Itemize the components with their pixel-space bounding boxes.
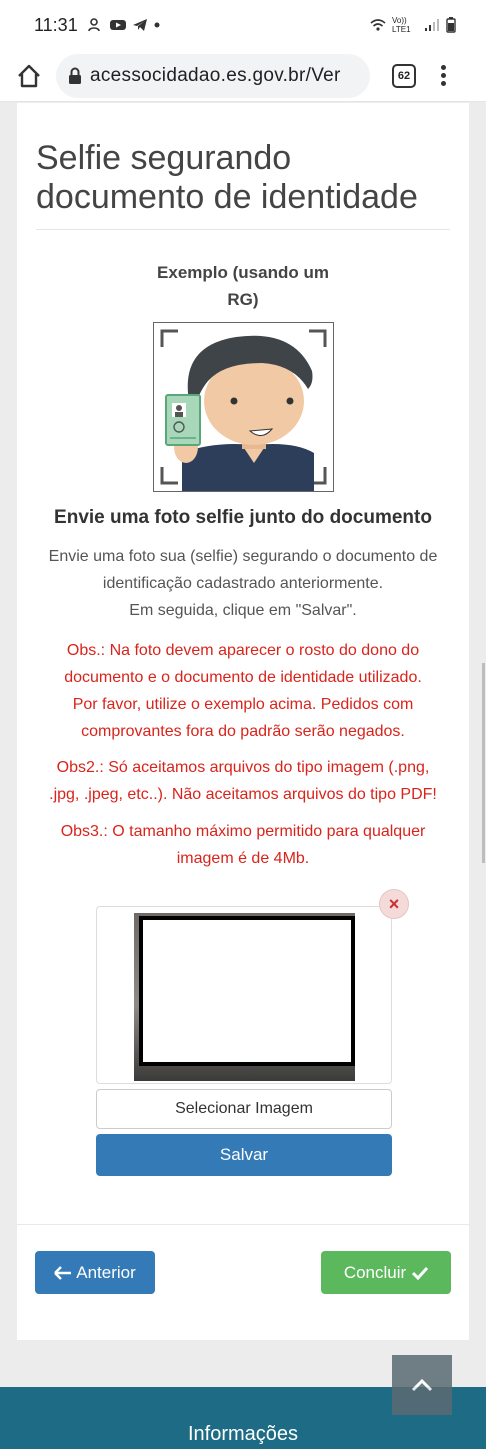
previous-button[interactable]: Anterior [35, 1251, 155, 1294]
title-divider [36, 229, 450, 230]
menu-dot [440, 65, 446, 70]
signal-icon [425, 19, 439, 31]
finish-label: Concluir [343, 1262, 407, 1282]
menu-dot [440, 81, 446, 86]
url-field[interactable]: acessocidadao.es.gov.br/Ver [56, 53, 370, 98]
browser-toolbar: acessocidadao.es.gov.br/Ver 62 [0, 50, 486, 102]
selfie-illustration [160, 329, 327, 491]
url-text: acessocidadao.es.gov.br/Ver [90, 64, 341, 86]
example-caption: Exemplo (usando um RG) [153, 259, 333, 313]
chevron-up-icon [411, 1378, 433, 1392]
network-label: Vo)) LTE1 [392, 16, 411, 34]
lock-icon [69, 67, 81, 84]
obs-line: Por favor, utilize o exemplo acima. Pedi… [72, 696, 414, 713]
instruction-text: Envie uma foto sua (selfie) segurando o … [27, 543, 459, 624]
battery-icon [446, 17, 456, 33]
obs3-warning: Obs3.: O tamanho máximo permitido para q… [27, 818, 459, 872]
example-caption-line: RG) [227, 290, 259, 309]
status-system-icons: Vo)) LTE1 [370, 16, 456, 34]
previous-label: Anterior [76, 1262, 136, 1282]
uploaded-photo [134, 913, 355, 1081]
instruction-line: identificação cadastrado anteriormente. [102, 575, 384, 592]
obs-line: comprovantes fora do padrão serão negado… [81, 723, 405, 740]
instruction-line: Envie uma foto sua (selfie) segurando o … [48, 548, 438, 565]
arrow-left-icon [54, 1265, 72, 1280]
instruction-heading: Envie uma foto selfie junto do documento [54, 507, 432, 528]
instruction-line: Em seguida, clique em "Salvar". [129, 602, 357, 619]
obs-line: Obs3.: O tamanho máximo permitido para q… [60, 823, 426, 840]
obs-line: documento e o documento de identidade ut… [64, 669, 422, 686]
wifi-icon [370, 19, 386, 31]
save-button[interactable]: Salvar [96, 1134, 392, 1176]
obs-line: Obs.: Na foto devem aparecer o rosto do … [66, 642, 420, 659]
remove-image-button[interactable]: × [379, 889, 409, 919]
status-bar: 11:31 Vo)) LTE1 [0, 0, 486, 50]
example-selfie-illustration [153, 322, 334, 492]
obs-line: imagem é de 4Mb. [176, 850, 310, 867]
obs1-warning: Obs.: Na foto devem aparecer o rosto do … [27, 637, 459, 745]
obs-line: .jpg, .jpeg, etc..). Não aceitamos arqui… [49, 786, 437, 803]
finish-button[interactable]: Concluir [321, 1251, 451, 1294]
person-key-icon [87, 18, 100, 32]
actions-divider [17, 1224, 469, 1225]
redacted-area [139, 916, 355, 1066]
content-card: Selfie segurando documento de identidade… [17, 103, 469, 1340]
page-title: Selfie segurando documento de identidade [36, 139, 418, 216]
select-image-button[interactable]: Selecionar Imagem [96, 1089, 392, 1129]
scroll-to-top-button[interactable] [392, 1355, 452, 1415]
status-notification-icons [87, 18, 160, 32]
menu-dot [440, 73, 446, 78]
telegram-icon [132, 19, 147, 31]
scroll-indicator [482, 663, 485, 863]
obs-line: Obs2.: Só aceitamos arquivos do tipo ima… [56, 759, 430, 776]
obs2-warning: Obs2.: Só aceitamos arquivos do tipo ima… [27, 754, 459, 808]
home-button[interactable] [12, 59, 46, 93]
dot-icon [154, 22, 160, 28]
image-preview-box [96, 906, 392, 1084]
status-time: 11:31 [34, 14, 78, 35]
youtube-icon [109, 20, 126, 30]
home-icon [18, 64, 40, 87]
check-icon [412, 1266, 429, 1280]
example-caption-line: Exemplo (usando um [157, 263, 329, 282]
tab-switcher-button[interactable]: 62 [392, 63, 416, 88]
browser-menu-button[interactable] [438, 65, 448, 86]
footer-title: Informações [187, 1423, 299, 1445]
